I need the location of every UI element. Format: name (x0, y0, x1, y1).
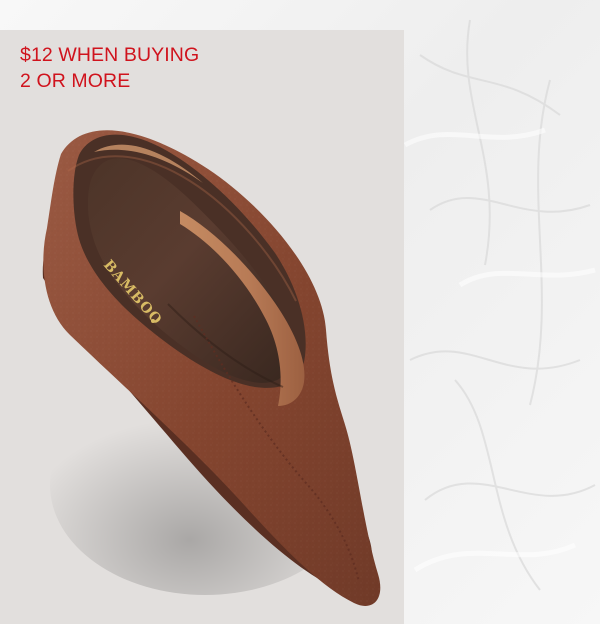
shoe-product-image[interactable]: BAMBOO (0, 30, 404, 624)
product-card[interactable]: BAMBOO $12 WHEN BUYING 2 OR MORE (0, 30, 404, 624)
promo-line-2: 2 OR MORE (20, 70, 131, 92)
product-promo-page: BAMBOO $12 WHEN BUYING 2 OR MORE (0, 0, 600, 624)
promo-line-1: $12 WHEN BUYING (20, 44, 200, 66)
promo-message: $12 WHEN BUYING 2 OR MORE (20, 42, 199, 94)
